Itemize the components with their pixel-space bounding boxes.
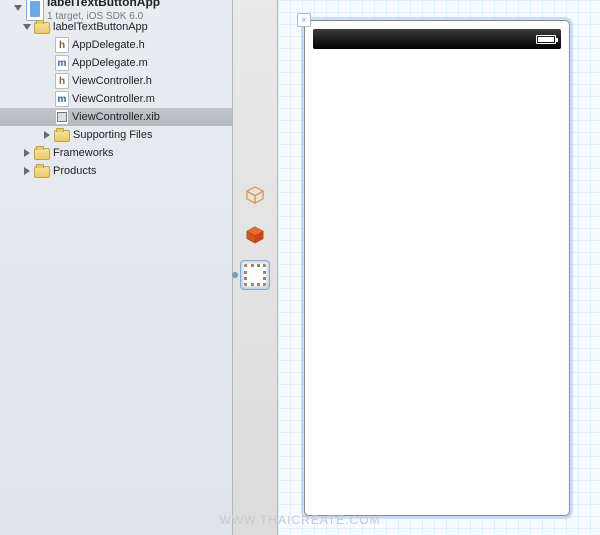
file-label: AppDelegate.m — [72, 57, 148, 69]
project-name: labelTextButtonApp — [47, 0, 160, 10]
file-row-appdelegate-h[interactable]: h AppDelegate.h — [0, 36, 232, 54]
spacer-icon — [44, 59, 51, 67]
solid-cube-icon — [245, 225, 265, 245]
view-icon — [244, 264, 266, 286]
ib-dock — [233, 0, 278, 535]
group-row-frameworks[interactable]: Frameworks — [0, 144, 232, 162]
spacer-icon — [44, 77, 51, 85]
disclosure-triangle-icon[interactable] — [23, 24, 31, 30]
header-file-icon: h — [55, 73, 69, 89]
file-label: ViewController.m — [72, 93, 155, 105]
project-title-block: labelTextButtonApp 1 target, iOS SDK 6.0 — [47, 0, 160, 22]
dock-item-first-responder[interactable] — [240, 220, 270, 250]
group-label: Products — [53, 165, 96, 177]
group-row-supporting-files[interactable]: Supporting Files — [0, 126, 232, 144]
folder-icon — [34, 148, 50, 160]
disclosure-triangle-icon[interactable] — [24, 167, 30, 175]
group-label: labelTextButtonApp — [53, 21, 148, 33]
group-label: Frameworks — [53, 147, 114, 159]
battery-icon — [536, 35, 556, 44]
close-handle-icon[interactable]: × — [297, 13, 311, 27]
group-label: Supporting Files — [73, 129, 153, 141]
file-row-viewcontroller-m[interactable]: m ViewController.m — [0, 90, 232, 108]
group-row-products[interactable]: Products — [0, 162, 232, 180]
file-tree: labelTextButtonApp h AppDelegate.h m App… — [0, 18, 232, 180]
disclosure-triangle-icon[interactable] — [14, 5, 22, 15]
project-navigator[interactable]: labelTextButtonApp 1 target, iOS SDK 6.0… — [0, 0, 233, 535]
xcode-window: labelTextButtonApp 1 target, iOS SDK 6.0… — [0, 0, 600, 535]
wire-cube-icon — [245, 185, 265, 205]
project-subtitle: 1 target, iOS SDK 6.0 — [47, 11, 160, 22]
dock-item-files-owner[interactable] — [240, 180, 270, 210]
folder-icon — [34, 22, 50, 34]
ib-canvas[interactable]: × — [278, 0, 600, 535]
file-row-viewcontroller-h[interactable]: h ViewController.h — [0, 72, 232, 90]
xcodeproj-icon — [26, 0, 44, 21]
file-row-viewcontroller-xib[interactable]: ViewController.xib — [0, 108, 232, 126]
file-label: ViewController.xib — [72, 111, 160, 123]
spacer-icon — [44, 41, 51, 49]
disclosure-triangle-icon[interactable] — [24, 149, 30, 157]
device-view[interactable]: × — [304, 20, 570, 516]
folder-icon — [34, 166, 50, 178]
file-label: ViewController.h — [72, 75, 152, 87]
spacer-icon — [44, 95, 51, 103]
spacer-icon — [44, 113, 51, 121]
disclosure-triangle-icon[interactable] — [44, 131, 50, 139]
project-root-row[interactable]: labelTextButtonApp 1 target, iOS SDK 6.0 — [0, 0, 232, 18]
folder-icon — [54, 130, 70, 142]
impl-file-icon: m — [55, 55, 69, 71]
file-row-appdelegate-m[interactable]: m AppDelegate.m — [0, 54, 232, 72]
dock-item-view[interactable] — [240, 260, 270, 290]
xib-file-icon — [55, 109, 69, 125]
simulated-status-bar — [313, 29, 561, 49]
header-file-icon: h — [55, 37, 69, 53]
impl-file-icon: m — [55, 91, 69, 107]
file-label: AppDelegate.h — [72, 39, 145, 51]
